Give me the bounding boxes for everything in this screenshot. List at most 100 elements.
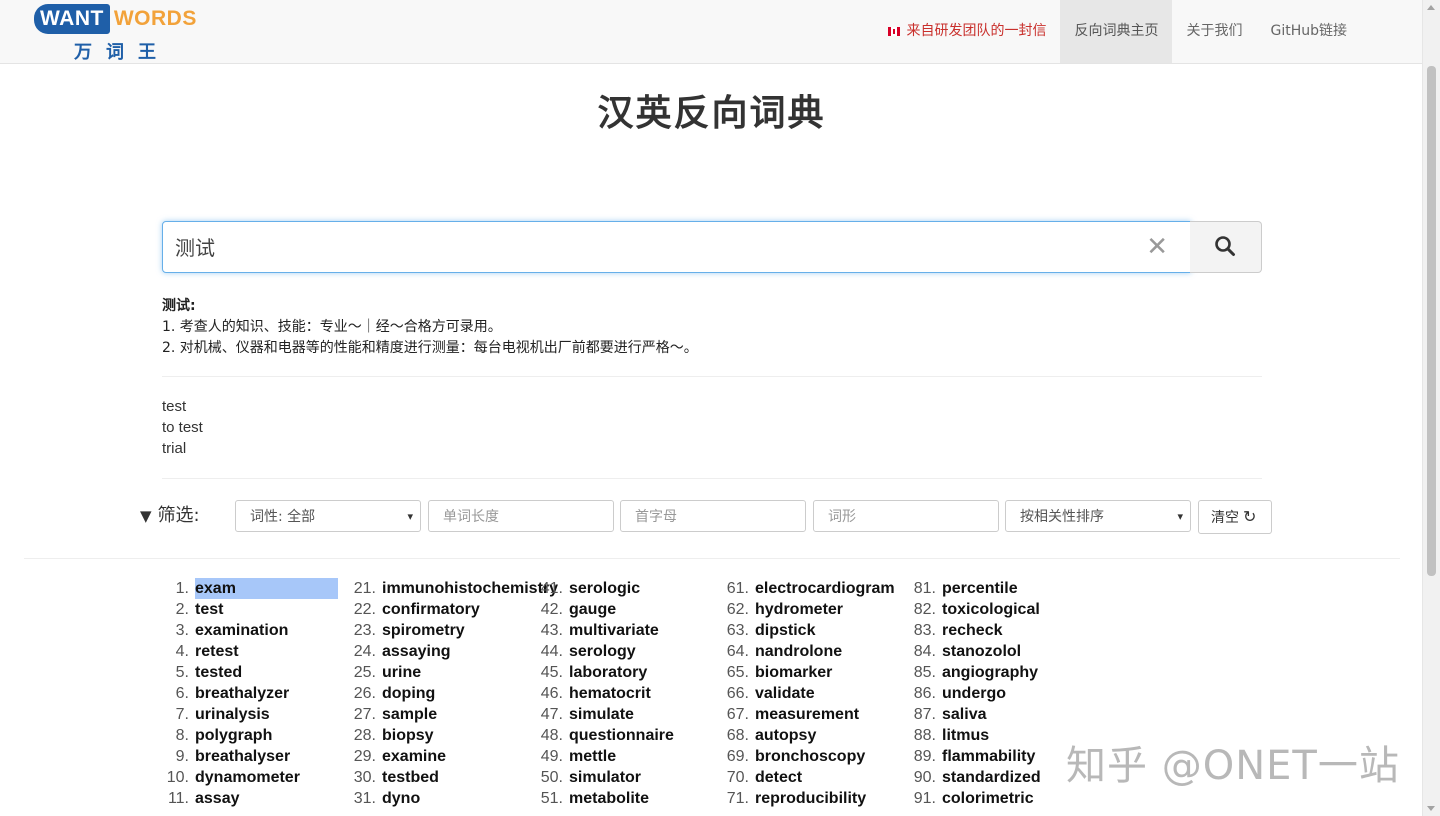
result-item[interactable]: 44. serology (539, 641, 676, 662)
result-word: polygraph (195, 727, 273, 744)
result-item[interactable]: 22. confirmatory (352, 599, 560, 620)
result-number: 86. (913, 685, 936, 702)
result-item[interactable]: 88. litmus (912, 725, 1043, 746)
result-item[interactable]: 3. examination (166, 620, 338, 641)
result-number: 5. (175, 664, 189, 681)
result-item[interactable]: 89. flammability (912, 746, 1043, 767)
result-item[interactable]: 70. detect (725, 767, 897, 788)
result-item[interactable]: 27. sample (352, 704, 560, 725)
scroll-thumb[interactable] (1427, 66, 1436, 576)
nav-about-link[interactable]: 关于我们 (1172, 0, 1256, 63)
result-item[interactable]: 68. autopsy (725, 725, 897, 746)
result-item[interactable]: 30. testbed (352, 767, 560, 788)
result-item[interactable]: 85. angiography (912, 662, 1043, 683)
result-item[interactable]: 42. gauge (539, 599, 676, 620)
result-item[interactable]: 8. polygraph (166, 725, 338, 746)
result-number: 30. (353, 769, 376, 786)
result-number: 10. (166, 769, 189, 786)
search-button[interactable] (1190, 221, 1262, 273)
result-item[interactable]: 64. nandrolone (725, 641, 897, 662)
result-item[interactable]: 4. retest (166, 641, 338, 662)
page-scrollbar[interactable] (1422, 0, 1440, 816)
page-title: 汉英反向词典 (597, 92, 826, 134)
result-item[interactable]: 69. bronchoscopy (725, 746, 897, 767)
result-item[interactable]: 83. recheck (912, 620, 1043, 641)
result-number: 88. (913, 727, 936, 744)
nav-letter-label: 来自研发团队的一封信 (906, 23, 1047, 39)
clear-input-icon[interactable]: ✕ (1146, 232, 1168, 262)
result-word: test (195, 601, 224, 618)
result-number: 61. (726, 580, 749, 597)
result-item[interactable]: 50. simulator (539, 767, 676, 788)
nav-home-link[interactable]: 反向词典主页 (1060, 0, 1173, 63)
result-item[interactable]: 21. immunohistochemistry (352, 578, 560, 599)
definition-line: 1. 考查人的知识、技能：专业～｜经～合格方可录用。 (162, 319, 502, 335)
definition-word: 测试: (162, 298, 196, 314)
result-item[interactable]: 47. simulate (539, 704, 676, 725)
result-item[interactable]: 25. urine (352, 662, 560, 683)
result-item[interactable]: 87. saliva (912, 704, 1043, 725)
translation-item: trial (162, 440, 187, 457)
result-item[interactable]: 7. urinalysis (166, 704, 338, 725)
result-word: testbed (382, 769, 439, 786)
result-item[interactable]: 51. metabolite (539, 788, 676, 809)
scroll-up-icon[interactable] (1427, 5, 1435, 10)
result-word: metabolite (569, 790, 650, 807)
result-item[interactable]: 23. spirometry (352, 620, 560, 641)
result-item[interactable]: 65. biomarker (725, 662, 897, 683)
result-item[interactable]: 10. dynamometer (166, 767, 338, 788)
result-item[interactable]: 49. mettle (539, 746, 676, 767)
result-word: detect (755, 769, 803, 786)
nav-github-link[interactable]: GitHub链接 (1256, 0, 1361, 63)
result-word: gauge (569, 601, 617, 618)
result-item[interactable]: 48. questionnaire (539, 725, 676, 746)
result-item[interactable]: 71. reproducibility (725, 788, 897, 809)
result-item[interactable]: 9. breathalyser (166, 746, 338, 767)
result-item[interactable]: 11. assay (166, 788, 338, 809)
wantwords-logo[interactable]: WANT WORDS 万词王 (34, 4, 204, 63)
result-item[interactable]: 67. measurement (725, 704, 897, 725)
result-item[interactable]: 31. dyno (352, 788, 560, 809)
result-item[interactable]: 6. breathalyzer (166, 683, 338, 704)
result-item[interactable]: 5. tested (166, 662, 338, 683)
result-item[interactable]: 86. undergo (912, 683, 1043, 704)
result-word: sample (382, 706, 438, 723)
sort-select[interactable]: 按相关性排序 ▾ (1005, 500, 1191, 532)
result-item[interactable]: 46. hematocrit (539, 683, 676, 704)
result-number: 42. (540, 601, 563, 618)
result-number: 62. (726, 601, 749, 618)
initial-letter-input[interactable]: 首字母 (620, 500, 806, 532)
word-form-input[interactable]: 词形 (813, 500, 999, 532)
pos-select[interactable]: 词性: 全部 ▾ (235, 500, 421, 532)
result-item[interactable]: 2. test (166, 599, 338, 620)
result-item[interactable]: 28. biopsy (352, 725, 560, 746)
watermark: 知乎 @ONET一站 (1066, 743, 1400, 789)
logo-words-text: WORDS (113, 7, 197, 30)
result-item[interactable]: 63. dipstick (725, 620, 897, 641)
result-item[interactable]: 81. percentile (912, 578, 1043, 599)
result-item[interactable]: 24. assaying (352, 641, 560, 662)
result-item[interactable]: 29. examine (352, 746, 560, 767)
result-item[interactable]: 1. exam (166, 578, 338, 599)
result-word: litmus (942, 727, 990, 744)
clear-filters-button[interactable]: 清空 ↻ (1198, 500, 1272, 534)
result-item[interactable]: 45. laboratory (539, 662, 676, 683)
result-item[interactable]: 66. validate (725, 683, 897, 704)
result-item[interactable]: 61. electrocardiogram (725, 578, 897, 599)
result-number: 48. (540, 727, 563, 744)
search-input[interactable] (163, 222, 1127, 270)
scroll-down-icon[interactable] (1427, 806, 1435, 811)
result-item[interactable]: 43. multivariate (539, 620, 676, 641)
result-number: 46. (540, 685, 563, 702)
nav-letter-link[interactable]: 来自研发团队的一封信 (874, 0, 1060, 63)
result-item[interactable]: 41. serologic (539, 578, 676, 599)
result-item[interactable]: 90. standardized (912, 767, 1043, 788)
result-item[interactable]: 62. hydrometer (725, 599, 897, 620)
result-item[interactable]: 82. toxicological (912, 599, 1043, 620)
result-number: 45. (540, 664, 563, 681)
result-item[interactable]: 26. doping (352, 683, 560, 704)
result-item[interactable]: 91. colorimetric (912, 788, 1043, 809)
result-item[interactable]: 84. stanozolol (912, 641, 1043, 662)
word-length-input[interactable]: 单词长度 (428, 500, 614, 532)
result-number: 41. (540, 580, 563, 597)
